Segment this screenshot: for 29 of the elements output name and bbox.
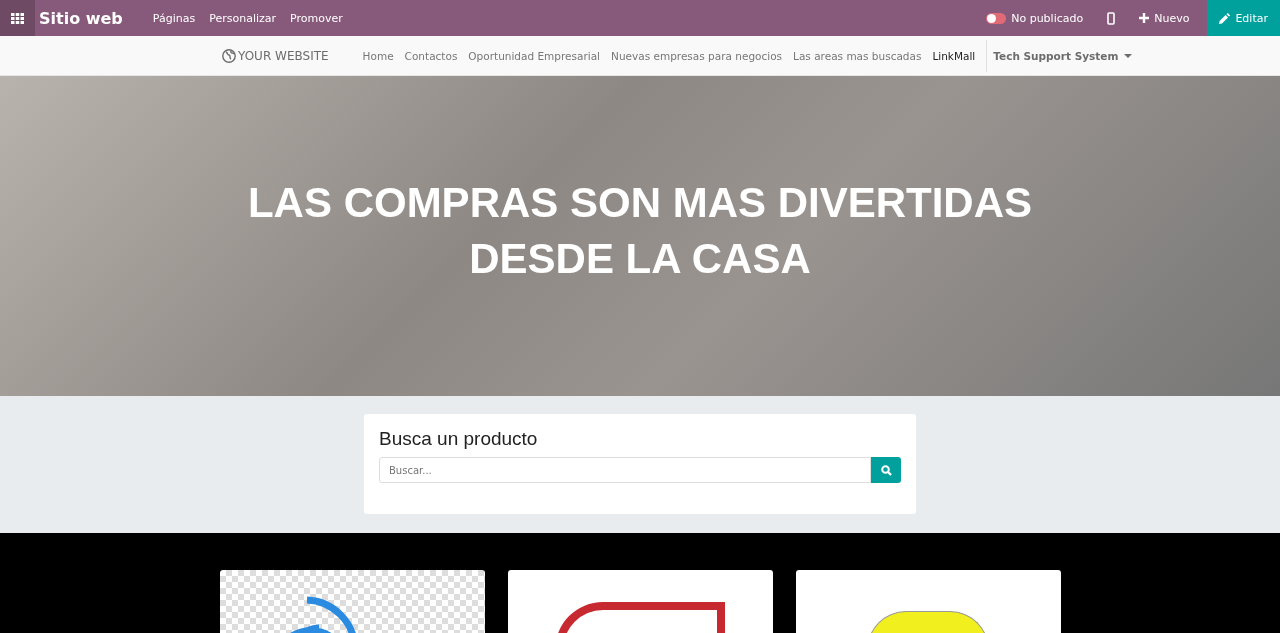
search-icon — [880, 464, 892, 476]
apps-menu-button[interactable] — [0, 0, 35, 36]
top-menu-item[interactable]: Personalizar — [209, 11, 277, 25]
product-card[interactable] — [219, 570, 485, 633]
search-button[interactable] — [871, 457, 901, 483]
nav-link[interactable]: Nuevas empresas para negocios — [611, 49, 783, 62]
nav-link[interactable]: Home — [362, 49, 394, 62]
nav-link[interactable]: LinkMall — [932, 49, 976, 62]
pencil-icon — [1219, 12, 1231, 24]
nav-link[interactable]: Las areas mas buscadas — [793, 49, 922, 62]
publish-toggle[interactable] — [986, 12, 1007, 24]
phone-icon — [1107, 11, 1116, 25]
nav-link[interactable]: Oportunidad Empresarial — [468, 49, 601, 62]
globe-icon — [222, 48, 236, 63]
publish-status-label: No publicado — [1011, 11, 1084, 25]
nav-link[interactable]: Contactos — [404, 49, 458, 62]
caret-icon — [1124, 53, 1133, 58]
app-title: Sitio web — [39, 8, 123, 28]
edit-button[interactable]: Editar — [1207, 0, 1280, 36]
product-card[interactable] — [507, 570, 773, 633]
top-menu-item[interactable]: Promover — [290, 11, 343, 25]
nav-dropdown[interactable]: Tech Support System — [986, 39, 1133, 72]
search-title: Busca un producto — [379, 428, 539, 450]
search-field[interactable]: Buscar... — [379, 457, 871, 483]
grid-icon — [11, 12, 24, 24]
hero-heading: LAS COMPRAS SON MAS DIVERTIDAS DESDE LA CASA — [246, 178, 1034, 284]
plus-icon — [1139, 13, 1150, 23]
top-menu-item[interactable]: Páginas — [152, 11, 196, 25]
new-button[interactable]: Nuevo — [1133, 10, 1196, 26]
